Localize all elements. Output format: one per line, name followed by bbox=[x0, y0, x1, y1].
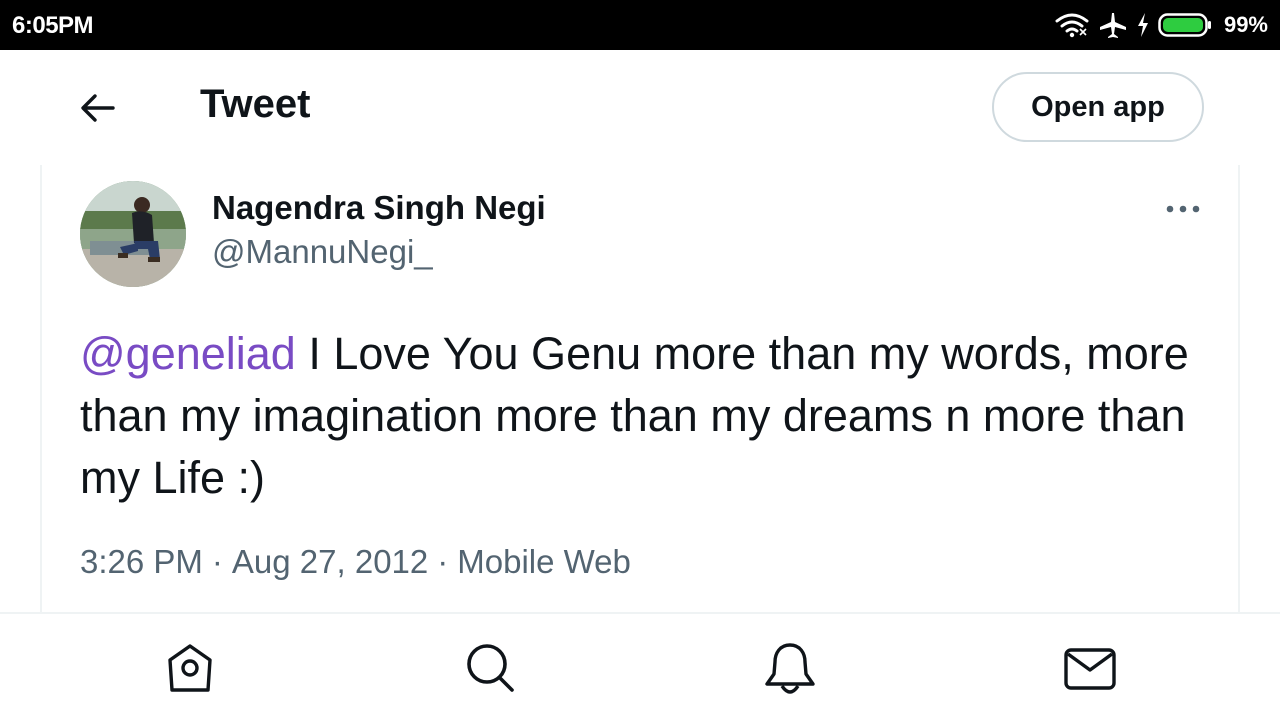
page-title: Tweet bbox=[200, 82, 311, 126]
charging-icon bbox=[1136, 12, 1150, 38]
tweet-source[interactable]: Mobile Web bbox=[457, 543, 631, 581]
search-icon bbox=[467, 644, 514, 692]
arrow-left-icon bbox=[81, 94, 115, 122]
meta-separator: · bbox=[437, 543, 449, 580]
battery-icon bbox=[1158, 12, 1212, 38]
status-bar: 6:05PM 99% bbox=[0, 0, 1280, 50]
author-name[interactable]: Nagendra Singh Negi bbox=[212, 189, 546, 227]
bottom-navigation bbox=[0, 612, 1280, 720]
nav-messages[interactable] bbox=[1060, 638, 1120, 698]
tweet-text: @geneliad I Love You Genu more than my w… bbox=[80, 323, 1210, 509]
mention-link[interactable]: @geneliad bbox=[80, 328, 296, 379]
nav-notifications[interactable] bbox=[760, 638, 820, 698]
messages-icon bbox=[1064, 648, 1116, 690]
nav-home[interactable] bbox=[160, 638, 220, 698]
avatar[interactable] bbox=[80, 181, 186, 287]
home-icon bbox=[168, 644, 212, 692]
tweet-time[interactable]: 3:26 PM bbox=[80, 543, 203, 581]
tweet-date[interactable]: Aug 27, 2012 bbox=[232, 543, 428, 581]
battery-percent: 99% bbox=[1223, 12, 1268, 37]
tweet-card: Nagendra Singh Negi @MannuNegi_ @genelia… bbox=[40, 165, 1240, 612]
meta-separator: · bbox=[211, 543, 223, 580]
wifi-icon bbox=[1054, 12, 1090, 38]
status-time: 6:05PM bbox=[12, 12, 94, 39]
more-horizontal-icon bbox=[1166, 205, 1200, 213]
airplane-icon bbox=[1098, 11, 1128, 39]
more-options-button[interactable] bbox=[1160, 191, 1206, 227]
nav-search[interactable] bbox=[460, 638, 520, 698]
tweet-meta: 3:26 PM · Aug 27, 2012 · Mobile Web bbox=[80, 543, 631, 581]
open-app-button[interactable]: Open app bbox=[992, 72, 1204, 142]
back-button[interactable] bbox=[70, 80, 126, 136]
top-app-bar: Tweet Open app bbox=[0, 50, 1280, 165]
author-handle[interactable]: @MannuNegi_ bbox=[212, 233, 433, 271]
status-icons: 99% bbox=[1054, 9, 1268, 41]
notifications-icon bbox=[765, 643, 815, 694]
